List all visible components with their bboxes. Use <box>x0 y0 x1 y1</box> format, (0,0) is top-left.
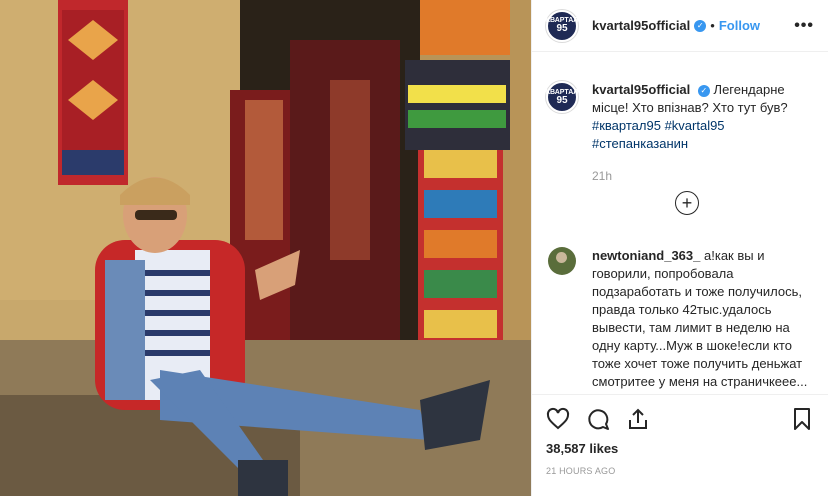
caption-text-block: kvartal95official ✓ Легендарне місце! Хт… <box>592 81 814 153</box>
caption-verified-badge-icon: ✓ <box>697 85 710 97</box>
comment-text: а!как вы и говорили, попробовала подзара… <box>592 248 808 389</box>
author-avatar[interactable]: КВАРТАЛ 95 <box>546 9 578 42</box>
post-action-bar: 38,587 likes 21 HOURS AGO <box>532 394 828 496</box>
post-photo[interactable] <box>0 0 531 496</box>
plus-circle-icon[interactable]: + <box>675 191 699 215</box>
more-options-icon[interactable]: ••• <box>794 17 814 35</box>
comment-item: newtoniand_363_ а!как вы и говорили, поп… <box>546 247 814 391</box>
follow-button[interactable]: Follow <box>719 18 760 33</box>
comments-area[interactable]: КВАРТАЛ 95 kvartal95official ✓ Легендарн… <box>532 53 828 394</box>
caption: КВАРТАЛ 95 kvartal95official ✓ Легендарн… <box>546 81 814 153</box>
post-time[interactable]: 21 HOURS AGO <box>546 466 814 476</box>
caption-avatar[interactable]: КВАРТАЛ 95 <box>546 81 578 113</box>
bookmark-icon[interactable] <box>790 407 814 431</box>
caption-timestamp[interactable]: 21h <box>592 169 814 183</box>
action-icons <box>546 399 814 439</box>
commenter-avatar[interactable] <box>548 247 576 275</box>
share-icon[interactable] <box>626 407 650 431</box>
photo-scene <box>0 0 531 496</box>
commenter-username[interactable]: newtoniand_363_ <box>592 248 700 263</box>
hashtag-link[interactable]: #степанказанин <box>592 136 688 151</box>
hashtag-link[interactable]: #квартал95 <box>592 118 661 133</box>
post-header: КВАРТАЛ 95 kvartal95official ✓ • Follow … <box>532 0 828 52</box>
caption-avatar-text-bottom: 95 <box>556 94 568 106</box>
heart-icon[interactable] <box>546 407 570 431</box>
comment-text-block: newtoniand_363_ а!как вы и говорили, поп… <box>592 247 814 391</box>
caption-username[interactable]: kvartal95official <box>592 82 690 97</box>
likes-count[interactable]: 38,587 likes <box>546 441 814 456</box>
author-username[interactable]: kvartal95official <box>592 18 690 33</box>
separator-dot: • <box>710 18 715 33</box>
hashtag-link[interactable]: #kvartal95 <box>665 118 725 133</box>
post-side-panel: КВАРТАЛ 95 kvartal95official ✓ • Follow … <box>531 0 828 496</box>
comment-icon[interactable] <box>586 407 610 431</box>
verified-badge-icon: ✓ <box>694 19 707 32</box>
avatar-text-bottom: 95 <box>556 23 568 34</box>
